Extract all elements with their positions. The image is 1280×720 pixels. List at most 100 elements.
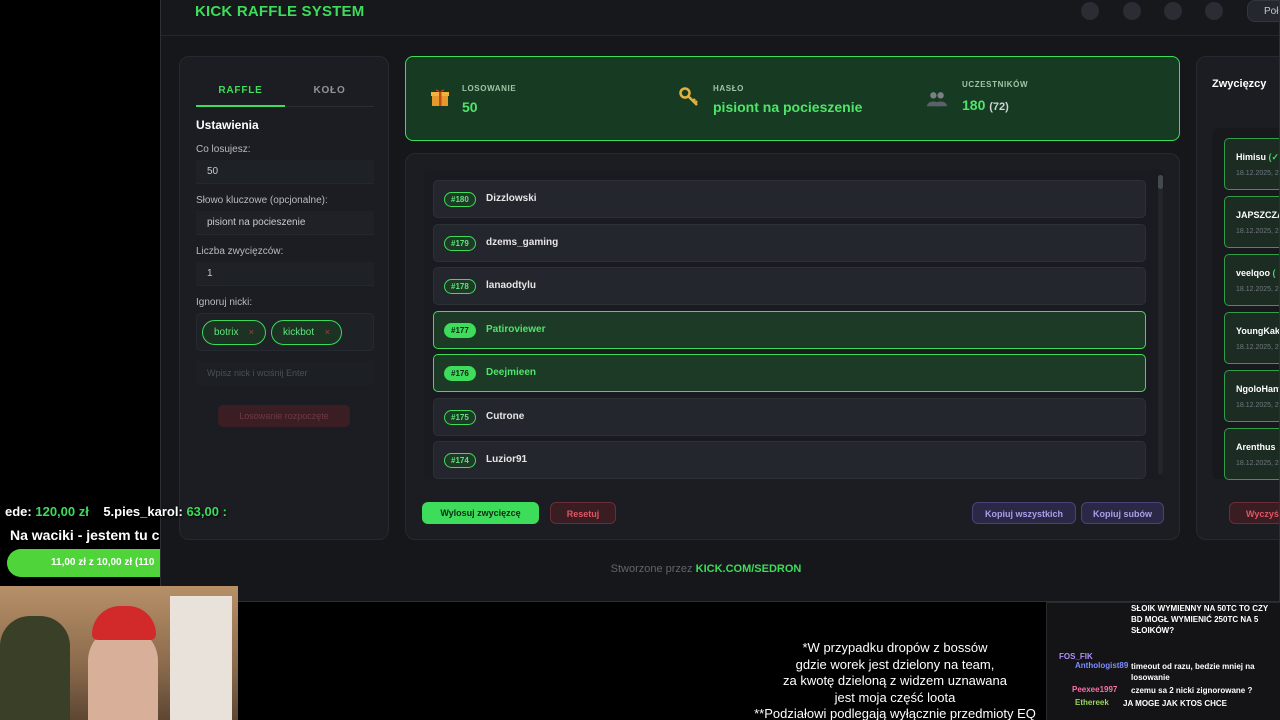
participant-row[interactable]: #180 Dizzlowski — [433, 180, 1146, 218]
top-donors-ticker: ede: 120,00 zł 5.pies_karol: 63,00 : — [5, 504, 227, 519]
keyword-label: Słowo kluczowe (opcjonalne): — [196, 195, 328, 206]
winner-name-line: YoungKakt — [1236, 326, 1280, 336]
remove-tag-icon[interactable]: × — [249, 327, 254, 337]
winner-name-line: Arenthus — [1236, 442, 1276, 452]
participants-value: 180 — [962, 97, 986, 113]
participant-number-badge: #177 — [444, 323, 476, 338]
participant-row[interactable]: #178 lanaodtylu — [433, 267, 1146, 305]
donation-goal-bar: 11,00 zł z 10,00 zł (110 — [7, 549, 160, 577]
draw-value: 50 — [462, 99, 478, 115]
chat-overlay: SŁOIK WYMIENNY NA 50TC TO CZY BD MOGŁ WY… — [1046, 602, 1280, 720]
winners-count-label: Liczba zwycięzców: — [196, 246, 284, 257]
sub-check-icon: ( — [1272, 268, 1276, 278]
raffle-stats-banner: LOSOWANIE 50 HASŁO pisiont na pocieszeni… — [405, 56, 1180, 141]
connect-button[interactable]: Połą — [1247, 0, 1279, 22]
disclaimer-line: gdzie worek jest dzielony na team, — [795, 656, 995, 672]
keyword-input[interactable]: pisiont na pocieszenie — [196, 211, 374, 235]
winner-card: veelqoo ( 18.12.2025, 2 — [1224, 254, 1279, 306]
participant-number-badge: #180 — [444, 192, 476, 207]
donor-amount: 120,00 zł — [35, 504, 89, 519]
avatar-icon[interactable] — [1164, 2, 1182, 20]
participant-number-badge: #174 — [444, 453, 476, 468]
chat-username: Anthologist89 — [1075, 661, 1129, 670]
copy-subs-button[interactable]: Kopiuj subów — [1081, 502, 1164, 524]
donation-goal-title: Na waciki - jestem tu c — [10, 527, 160, 543]
start-raffle-button[interactable]: Losowanie rozpoczęte — [218, 405, 350, 427]
winner-card: Arenthus 18.12.2025, 2 — [1224, 428, 1279, 480]
remove-tag-icon[interactable]: × — [325, 327, 330, 337]
winner-nick: veelqoo — [1236, 268, 1271, 278]
stream-screen: KICK RAFFLE SYSTEM Połą RAFFLE KOŁO Usta… — [0, 0, 1280, 720]
password-label: HASŁO — [713, 84, 744, 93]
participant-row[interactable]: #174 Luzior91 — [433, 441, 1146, 479]
participant-nick: Dizzlowski — [486, 193, 537, 204]
add-ignored-nick-input[interactable]: Wpisz nick i wciśnij Enter — [196, 361, 374, 385]
ignored-nick-label: kickbot — [283, 327, 315, 338]
participants-list: #180 Dizzlowski #179 dzems_gaming #178 l… — [424, 169, 1164, 479]
participant-row[interactable]: #179 dzems_gaming — [433, 224, 1146, 262]
chat-username: FOS_FIK — [1059, 652, 1093, 661]
winner-card: NgoloHant 18.12.2025, 2 — [1224, 370, 1279, 422]
winners-title: Zwycięzcy — [1212, 78, 1267, 90]
winner-card: JAPSZCZA 18.12.2025, 2 — [1224, 196, 1280, 248]
participant-nick: dzems_gaming — [486, 237, 559, 248]
reset-button[interactable]: Resetuj — [550, 502, 616, 524]
disclaimer-line: jest moja część loota — [834, 689, 956, 705]
avatar-icon[interactable] — [1205, 2, 1223, 20]
participant-number-badge: #176 — [444, 366, 476, 381]
winners-panel: Zwycięzcy Himisu (✓) 18.12.2025, 2 JAPSZ… — [1196, 56, 1280, 540]
clear-winners-button[interactable]: Wyczyś — [1229, 502, 1279, 524]
chat-username: Ethereek — [1075, 698, 1109, 707]
donation-goal-progress: 11,00 zł z 10,00 zł (110 — [51, 557, 155, 568]
disclaimer-line: za kwotę dzieloną z widzem uznawana — [782, 673, 1007, 688]
prize-label: Co losujesz: — [196, 144, 251, 155]
winner-nick: Arenthus — [1236, 442, 1276, 452]
disclaimer-line: *W przypadku dropów z bossów — [802, 640, 988, 655]
scrollbar-thumb[interactable] — [1158, 175, 1163, 189]
chat-message: SŁOIK WYMIENNY NA 50TC TO CZY BD MOGŁ WY… — [1131, 604, 1269, 635]
chat-username: Peexee1997 — [1072, 685, 1118, 694]
mode-tabs: RAFFLE KOŁO — [196, 81, 374, 107]
loot-disclaimer: *W przypadku dropów z bossów gdzie worek… — [700, 640, 1090, 720]
participant-row-winner[interactable]: #177 Patiroviewer — [433, 311, 1146, 349]
tab-raffle[interactable]: RAFFLE — [196, 85, 285, 96]
disclaimer-line: **Podziałowi podlegają wyłącznie przedmi… — [754, 706, 1036, 720]
winner-nick: JAPSZCZA — [1236, 210, 1280, 220]
avatar-icon[interactable] — [1123, 2, 1141, 20]
winner-card: YoungKakt 18.12.2025, 2 — [1224, 312, 1280, 364]
participant-row[interactable]: #175 Cutrone — [433, 398, 1146, 436]
settings-title: Ustawienia — [196, 118, 259, 132]
footer-link[interactable]: KICK.COM/SEDRON — [696, 563, 802, 575]
raffle-app-window: KICK RAFFLE SYSTEM Połą RAFFLE KOŁO Usta… — [160, 0, 1280, 602]
draw-winner-button[interactable]: Wylosuj zwycięzcę — [422, 502, 539, 524]
participant-number-badge: #175 — [444, 410, 476, 425]
chat-message: timeout od razu, bedzie mniej na losowan… — [1131, 662, 1255, 682]
copy-all-button[interactable]: Kopiuj wszystkich — [972, 502, 1076, 524]
participant-row-winner[interactable]: #176 Deejmieen — [433, 354, 1146, 392]
winner-date: 18.12.2025, 2 — [1236, 228, 1279, 235]
winners-list: Himisu (✓) 18.12.2025, 2 JAPSZCZA 18.12.… — [1212, 128, 1280, 480]
ignored-nicks-box: botrix × kickbot × — [196, 313, 374, 351]
participant-nick: Cutrone — [486, 411, 525, 422]
participant-nick: Patiroviewer — [486, 324, 546, 335]
winner-nick: YoungKakt — [1236, 326, 1280, 336]
winner-date: 18.12.2025, 2 — [1236, 286, 1279, 293]
password-value: pisiont na pocieszenie — [713, 99, 863, 115]
santa-hat-image — [92, 606, 156, 640]
tab-wheel[interactable]: KOŁO — [285, 85, 374, 96]
list-scrollbar[interactable] — [1158, 175, 1163, 475]
winner-date: 18.12.2025, 2 — [1236, 402, 1279, 409]
ignored-nick-label: botrix — [214, 327, 239, 338]
participants-label: UCZESTNIKÓW — [962, 80, 1029, 89]
avatar-icon[interactable] — [1081, 2, 1099, 20]
ignored-nick-tag: kickbot × — [271, 320, 342, 345]
winners-count-input[interactable]: 1 — [196, 262, 374, 286]
chat-message: JA MOGE JAK KTOS CHCE — [1123, 699, 1228, 708]
winner-name-line: Himisu (✓) — [1236, 152, 1279, 163]
participants-panel: #180 Dizzlowski #179 dzems_gaming #178 l… — [405, 153, 1180, 540]
participant-nick: Luzior91 — [486, 454, 528, 465]
footer-prefix: Stworzone przez — [610, 563, 693, 575]
key-icon — [679, 87, 698, 106]
prize-input[interactable]: 50 — [196, 160, 374, 184]
winner-date: 18.12.2025, 2 — [1236, 344, 1279, 351]
